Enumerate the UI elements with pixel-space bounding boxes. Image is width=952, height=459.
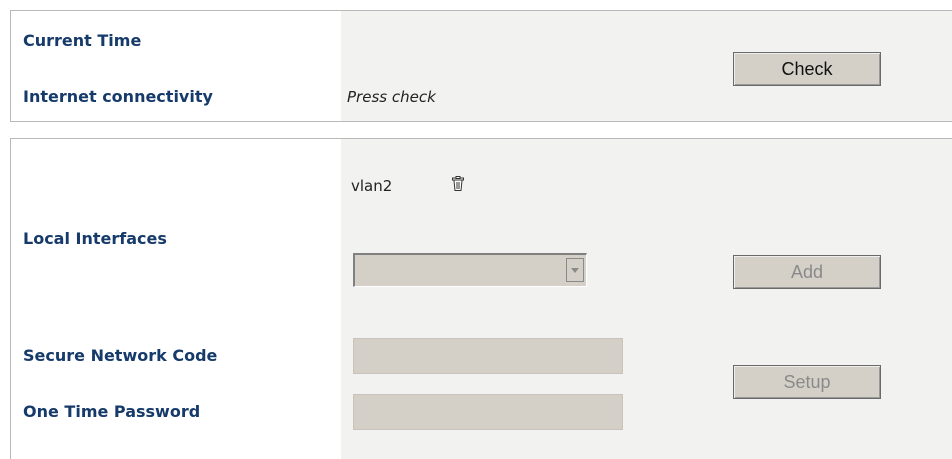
internet-connectivity-label: Internet connectivity bbox=[23, 87, 213, 106]
interfaces-panel: Local Interfaces Secure Network Code One… bbox=[10, 138, 952, 459]
secure-network-code-label: Secure Network Code bbox=[23, 346, 218, 365]
setup-button[interactable]: Setup bbox=[733, 365, 881, 399]
status-label-column: Current Time Internet connectivity bbox=[11, 11, 341, 121]
current-time-label: Current Time bbox=[23, 31, 142, 50]
status-panel: Current Time Internet connectivity Press… bbox=[10, 10, 952, 122]
chevron-down-icon[interactable] bbox=[566, 258, 584, 282]
interface-name: vlan2 bbox=[351, 177, 393, 195]
secure-network-code-input[interactable] bbox=[353, 338, 623, 374]
interface-select[interactable] bbox=[353, 253, 587, 287]
interfaces-label-column: Local Interfaces Secure Network Code One… bbox=[11, 139, 341, 459]
one-time-password-input[interactable] bbox=[353, 394, 623, 430]
local-interfaces-label: Local Interfaces bbox=[23, 229, 167, 248]
add-button[interactable]: Add bbox=[733, 255, 881, 289]
check-button[interactable]: Check bbox=[733, 52, 881, 86]
status-value-column: Press check Check bbox=[341, 11, 952, 121]
trash-icon[interactable] bbox=[451, 176, 465, 192]
one-time-password-label: One Time Password bbox=[23, 402, 201, 421]
interfaces-value-column: vlan2 Add Setup bbox=[341, 139, 952, 459]
connectivity-status-value: Press check bbox=[347, 88, 436, 106]
